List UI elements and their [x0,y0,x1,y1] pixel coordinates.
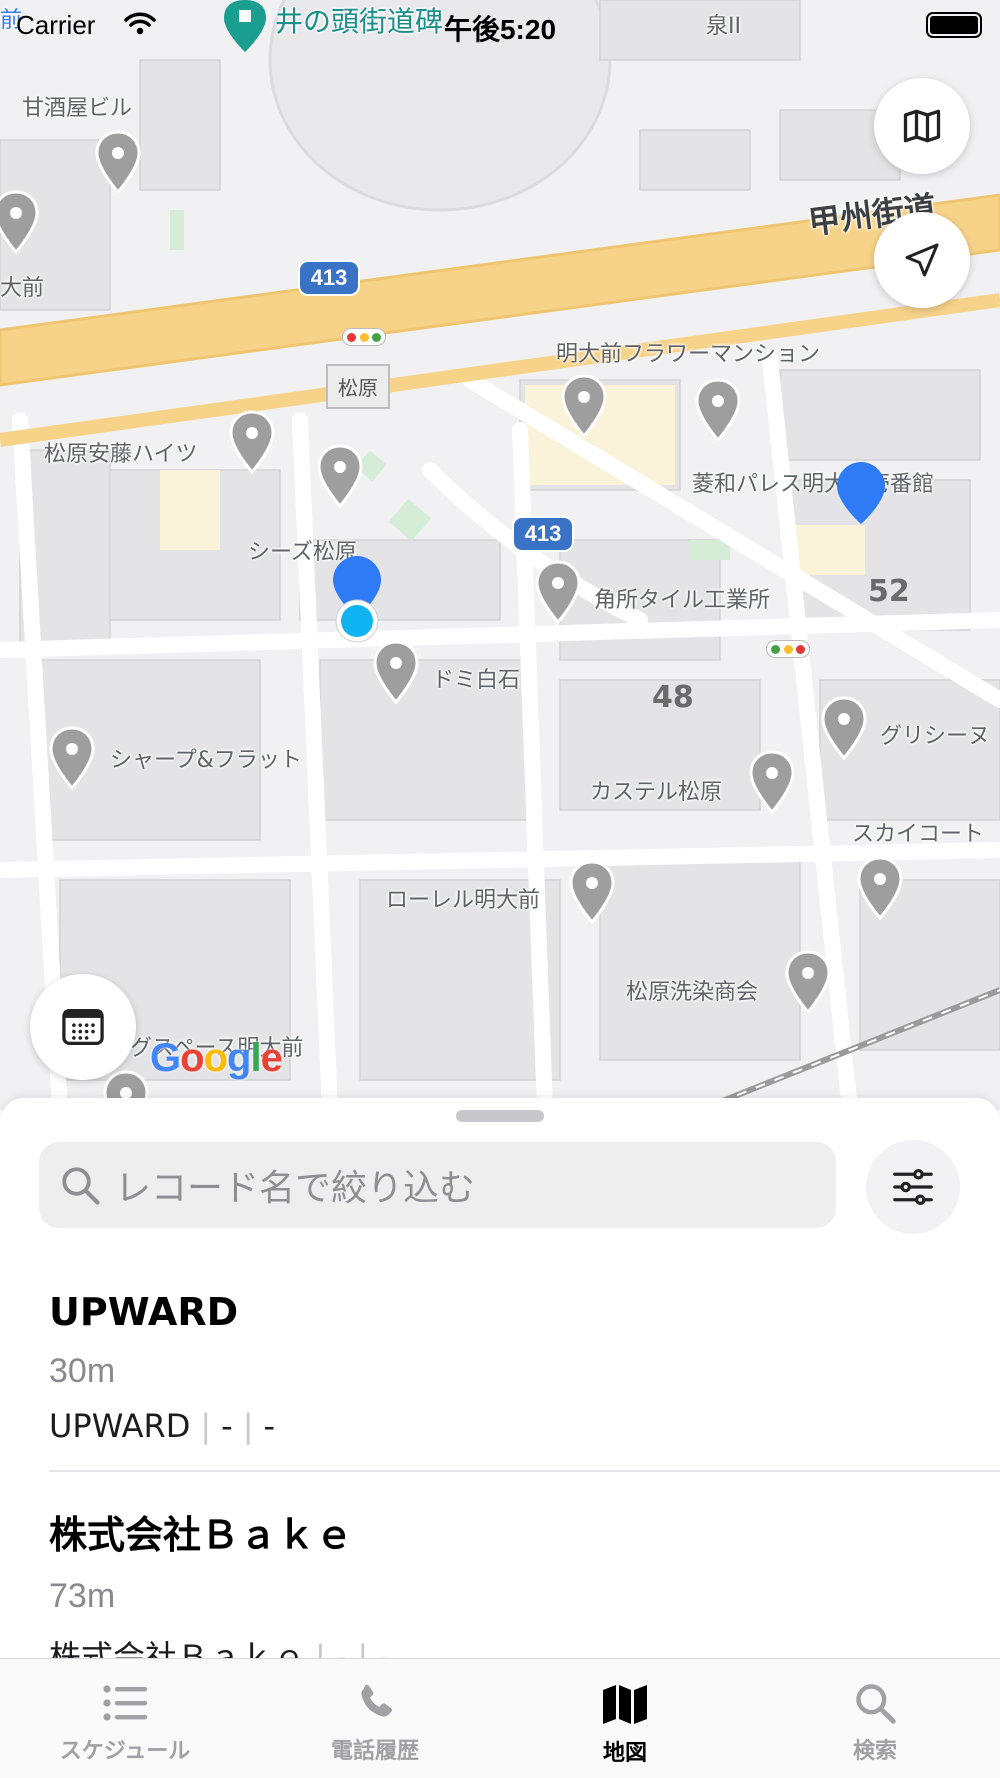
place-pin-icon[interactable] [316,444,364,508]
google-logo: Google [150,1036,283,1080]
tab-schedule[interactable]: スケジュール [0,1659,250,1778]
record-detail-field: - [221,1407,233,1445]
search-icon [62,1167,100,1205]
place-pin-icon[interactable] [534,560,582,624]
separator: | [200,1407,212,1445]
sliders-icon [893,1169,933,1205]
place-pin-icon[interactable] [228,410,276,474]
record-name: UPWARD [49,1290,239,1334]
block-number: 52 [868,574,910,609]
filter-settings-button[interactable] [866,1140,960,1234]
place-pin-icon[interactable] [48,726,96,790]
record-distance: 30m [49,1352,116,1390]
map-label: 大前 [0,276,45,301]
place-pin-icon[interactable] [694,378,742,442]
place-pin-icon[interactable] [568,860,616,924]
map-label: グリシーヌ [880,724,991,749]
map-view[interactable]: 前 井の頭街道碑 泉II 甘酒屋ビル 大前 甲州街道 明大前フラワーマンション … [0,0,1000,1110]
block-number: 48 [652,680,694,715]
map-base [0,0,1000,1110]
map-label: シャープ&フラット [110,748,302,773]
route-shield: 413 [298,260,360,296]
tab-bar: スケジュール 電話履歴 地図 検索 [0,1658,1000,1778]
place-pin-icon[interactable] [784,950,832,1014]
place-pin-icon[interactable] [748,750,796,814]
record-marker-icon[interactable] [834,460,888,526]
map-label: カステル松原 [590,780,723,805]
tab-label: 電話履歴 [330,1739,419,1764]
map-type-button[interactable] [874,78,970,174]
place-pin-icon[interactable] [372,640,420,704]
place-pin-icon[interactable] [560,374,608,438]
map-icon [603,1685,647,1724]
status-bar: Carrier 午後5:20 [0,0,1000,50]
sheet-grabber[interactable] [456,1110,544,1122]
map-label: 角所タイル工業所 [594,588,771,613]
tab-label: 検索 [852,1739,897,1764]
map-label: 菱和パレス明大前壱番館 [692,472,935,497]
map-label: 明大前フラワーマンション [556,342,821,367]
record-detail-field: - [263,1407,276,1445]
tab-call-history[interactable]: 電話履歴 [250,1659,500,1778]
record-name: 株式会社Ｂａｋｅ [49,1513,354,1557]
traffic-light-icon [766,640,810,658]
record-list-item[interactable]: UPWARD 30m UPWARD | - | - [49,1290,1000,1445]
current-location-button[interactable] [874,212,970,308]
station-label: 松原 [326,364,390,409]
place-pin-icon[interactable] [856,856,904,920]
list-icon [103,1685,147,1721]
map-label: 甘酒屋ビル [22,96,133,121]
phone-icon [361,1684,393,1717]
tab-search[interactable]: 検索 [750,1659,1000,1778]
record-detail: UPWARD | - | - [49,1407,1000,1445]
place-pin-icon[interactable] [820,696,868,760]
status-time: 午後5:20 [443,14,557,45]
battery-icon [926,12,982,38]
location-arrow-icon [905,243,939,277]
map-label: 松原洗染商会 [626,980,759,1005]
search-placeholder: レコード名で絞り込む [115,1168,476,1209]
record-distance: 73m [49,1577,116,1615]
user-location-icon [335,599,379,643]
records-sheet: レコード名で絞り込む UPWARD 30m UPWARD | - | - 株式会社Ｂａｋ… [0,1098,1000,1676]
map-label: 松原安藤ハイツ [44,442,198,467]
separator: | [242,1407,254,1445]
place-pin-icon[interactable] [94,130,142,194]
place-pin-icon[interactable] [0,190,40,254]
calendar-icon [62,1009,104,1045]
route-shield: 413 [512,516,574,552]
tab-label: スケジュール [59,1739,191,1764]
tab-map[interactable]: 地図 [500,1659,750,1778]
tab-label: 地図 [602,1741,647,1766]
list-divider [49,1470,1000,1472]
record-list-item[interactable]: 株式会社Ｂａｋｅ 73m 株式会社Ｂａｋｅ | - | - [49,1504,1000,1678]
map-label: スカイコート [852,822,985,847]
map-label: ローレル明大前 [386,888,541,913]
record-filter-search[interactable]: レコード名で絞り込む [39,1142,836,1228]
map-label: ドミ白石 [432,668,521,693]
record-detail-name: UPWARD [49,1407,191,1445]
calendar-button[interactable] [30,974,136,1080]
traffic-light-icon [342,328,386,346]
search-icon [856,1684,896,1724]
map-icon [903,109,941,143]
